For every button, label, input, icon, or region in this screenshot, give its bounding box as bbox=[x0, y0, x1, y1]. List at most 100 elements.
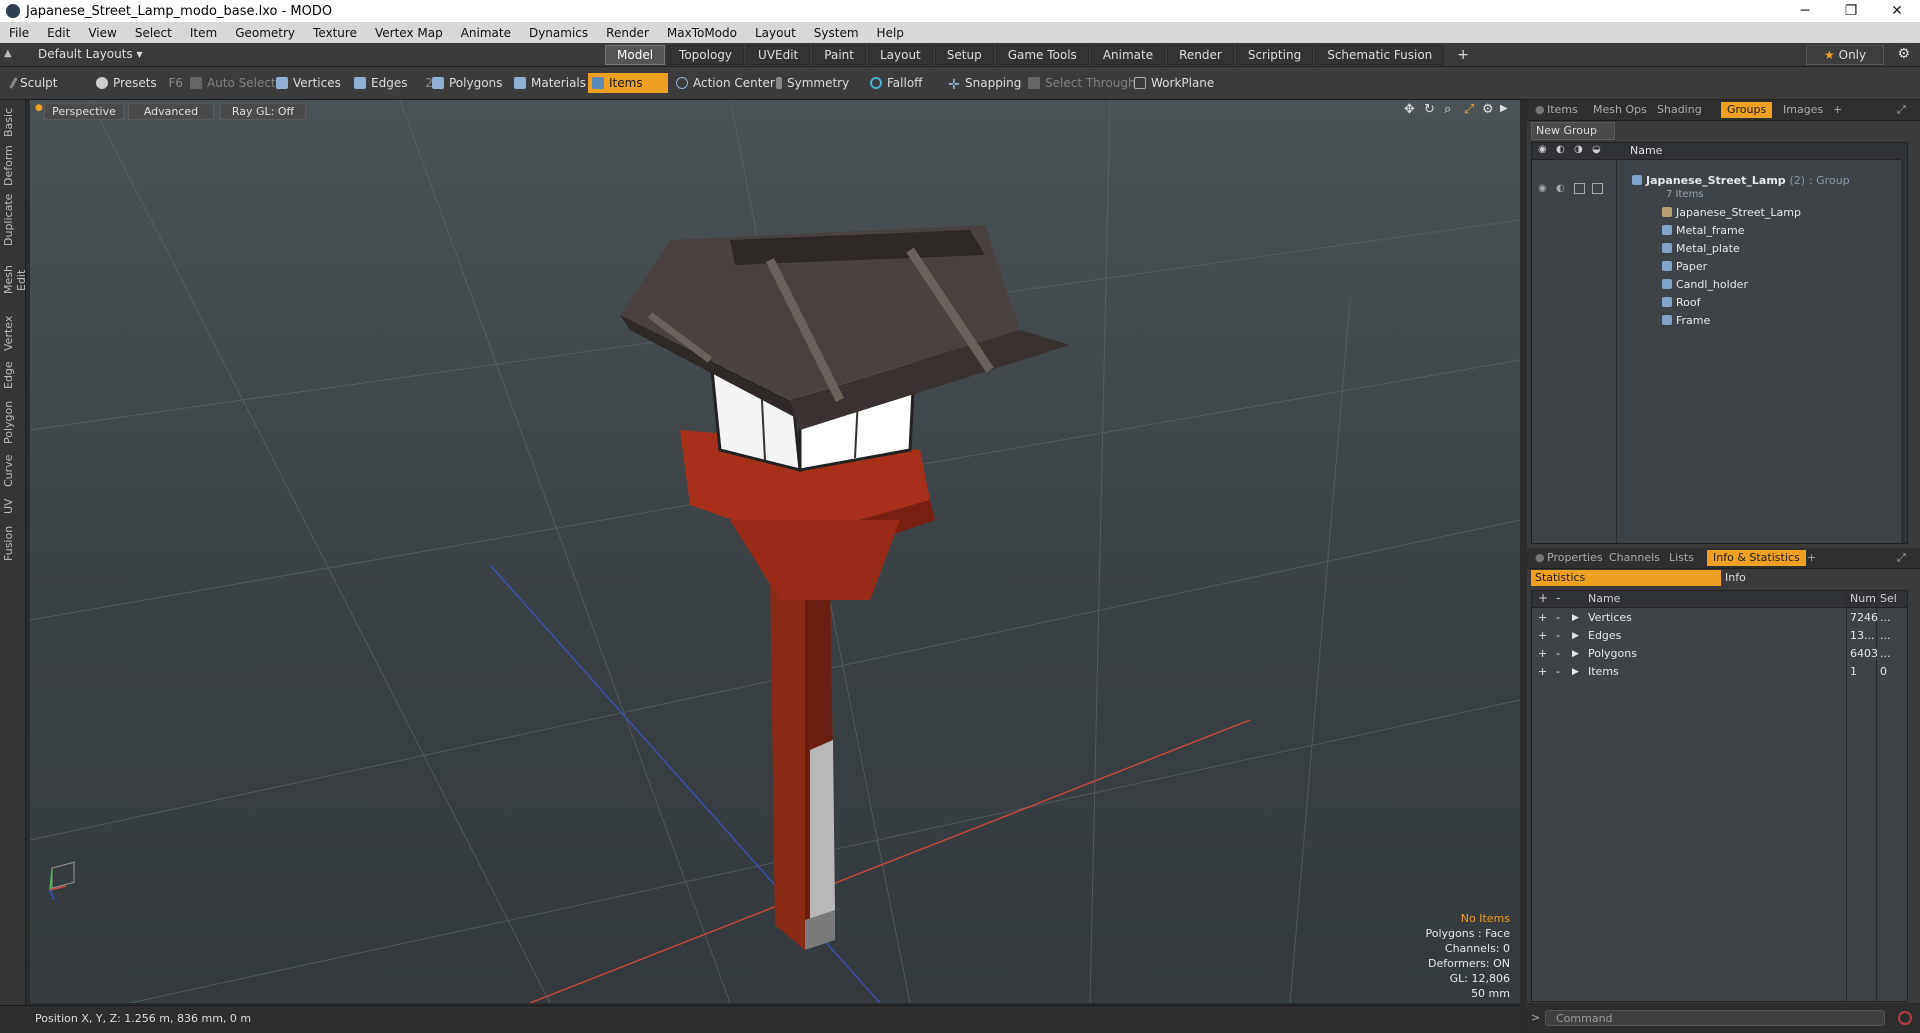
add-panel-tab-button[interactable]: + bbox=[1801, 550, 1822, 566]
tab-game-tools[interactable]: Game Tools bbox=[995, 45, 1089, 65]
menu-render[interactable]: Render bbox=[597, 26, 658, 40]
menu-select[interactable]: Select bbox=[126, 26, 181, 40]
expand-icon[interactable]: ▶ bbox=[1572, 609, 1579, 627]
minimize-button[interactable]: ─ bbox=[1782, 0, 1828, 22]
tab-animate[interactable]: Animate bbox=[1090, 45, 1166, 65]
only-button[interactable]: ★ Only bbox=[1806, 45, 1884, 65]
list-item[interactable]: Paper bbox=[1662, 259, 1707, 275]
menu-texture[interactable]: Texture bbox=[304, 26, 366, 40]
vtab-basic[interactable]: Basic bbox=[2, 106, 22, 138]
group-select-checkbox[interactable] bbox=[1592, 183, 1603, 194]
select-through-button[interactable]: Select Through bbox=[1024, 73, 1140, 93]
tab-topology[interactable]: Topology bbox=[667, 45, 745, 65]
tab-info-statistics[interactable]: Info & Statistics bbox=[1707, 550, 1806, 566]
viewport-menu-icon[interactable]: ● bbox=[35, 103, 43, 113]
gear-icon[interactable]: ⚙ bbox=[1897, 46, 1910, 62]
fit-view-icon[interactable]: ⤢ bbox=[1464, 102, 1474, 117]
tab-paint[interactable]: Paint bbox=[812, 45, 866, 65]
tab-setup[interactable]: Setup bbox=[934, 45, 994, 65]
vtab-deform[interactable]: Deform bbox=[2, 145, 22, 186]
panel-expand-icon[interactable]: ⤢ bbox=[1891, 102, 1912, 118]
tab-scripting[interactable]: Scripting bbox=[1235, 45, 1314, 65]
menu-system[interactable]: System bbox=[805, 26, 868, 40]
vtab-duplicate[interactable]: Duplicate bbox=[2, 194, 22, 246]
group-lock-checkbox[interactable] bbox=[1574, 183, 1585, 194]
raygl-toggle[interactable]: Ray GL: Off bbox=[220, 103, 306, 120]
menu-geometry[interactable]: Geometry bbox=[226, 26, 304, 40]
expand-icon[interactable]: ▶ bbox=[1572, 663, 1579, 681]
record-macro-icon[interactable] bbox=[1898, 1011, 1912, 1025]
tab-items[interactable]: Items bbox=[1541, 102, 1584, 118]
viewport-expand-icon[interactable]: ▶ bbox=[1500, 103, 1508, 114]
vtab-mesh-edit[interactable]: Mesh Edit bbox=[2, 254, 28, 306]
vtab-edge[interactable]: Edge bbox=[2, 360, 22, 390]
edges-button[interactable]: Edges 2 bbox=[350, 73, 437, 93]
list-item[interactable]: Roof bbox=[1662, 295, 1700, 311]
tab-uvedit[interactable]: UVEdit bbox=[746, 45, 811, 65]
tab-render[interactable]: Render bbox=[1167, 45, 1234, 65]
tab-mesh-ops[interactable]: Mesh Ops bbox=[1587, 102, 1653, 118]
expand-all-icon[interactable]: + bbox=[1538, 591, 1548, 605]
shading-dropdown[interactable]: Advanced bbox=[128, 103, 214, 120]
group-row[interactable]: Japanese_Street_Lamp (2) : Group bbox=[1632, 173, 1850, 189]
vtab-curve[interactable]: Curve bbox=[2, 454, 22, 488]
layout-selector[interactable]: Default Layouts ▾ bbox=[38, 47, 143, 61]
tab-model[interactable]: Model bbox=[605, 45, 666, 65]
materials-button[interactable]: Materials bbox=[510, 73, 590, 93]
rotate-view-icon[interactable]: ↻ bbox=[1424, 102, 1435, 117]
tab-images[interactable]: Images bbox=[1777, 102, 1829, 118]
tab-shading[interactable]: Shading bbox=[1651, 102, 1708, 118]
panel-expand-icon[interactable]: ⤢ bbox=[1891, 550, 1912, 566]
vtab-fusion[interactable]: Fusion bbox=[2, 524, 22, 562]
vtab-polygon[interactable]: Polygon bbox=[2, 398, 22, 446]
table-row[interactable]: + - ▶ Items 1 0 bbox=[1536, 663, 1916, 681]
menu-dynamics[interactable]: Dynamics bbox=[520, 26, 597, 40]
menu-animate[interactable]: Animate bbox=[452, 26, 520, 40]
list-item[interactable]: Japanese_Street_Lamp bbox=[1662, 205, 1801, 221]
move-view-icon[interactable]: ✥ bbox=[1404, 102, 1415, 117]
menu-item[interactable]: Item bbox=[181, 26, 226, 40]
tab-properties[interactable]: Properties bbox=[1541, 550, 1609, 566]
expand-icon[interactable]: ▶ bbox=[1572, 645, 1579, 663]
menu-maxtomodo[interactable]: MaxToModo bbox=[658, 26, 746, 40]
snapping-button[interactable]: ✛ Snapping bbox=[944, 73, 1025, 93]
layout-menu-icon[interactable]: ▲ bbox=[4, 48, 12, 59]
collapse-all-icon[interactable]: - bbox=[1556, 591, 1560, 605]
list-item[interactable]: Candl_holder bbox=[1662, 277, 1748, 293]
menu-help[interactable]: Help bbox=[868, 26, 913, 40]
table-row[interactable]: + - ▶ Edges 13... ... bbox=[1536, 627, 1916, 645]
add-tab-button[interactable]: + bbox=[1446, 45, 1480, 65]
viewport-settings-icon[interactable]: ⚙ bbox=[1482, 102, 1494, 117]
tab-layout[interactable]: Layout bbox=[867, 45, 933, 65]
menu-layout[interactable]: Layout bbox=[746, 26, 805, 40]
vtab-vertex[interactable]: Vertex bbox=[2, 314, 22, 352]
menu-file[interactable]: File bbox=[0, 26, 38, 40]
presets-button[interactable]: Presets F6 bbox=[92, 73, 187, 93]
groups-scrollbar[interactable] bbox=[1901, 159, 1907, 543]
symmetry-button[interactable]: Symmetry bbox=[772, 73, 853, 93]
table-row[interactable]: + - ▶ Vertices 7246 ... bbox=[1536, 609, 1916, 627]
action-center-button[interactable]: Action Center bbox=[672, 73, 779, 93]
subtab-statistics[interactable]: Statistics bbox=[1531, 570, 1721, 586]
tab-lists[interactable]: Lists bbox=[1663, 550, 1700, 566]
vtab-uv[interactable]: UV bbox=[2, 496, 22, 516]
table-row[interactable]: + - ▶ Polygons 6403 ... bbox=[1536, 645, 1916, 663]
list-item[interactable]: Metal_plate bbox=[1662, 241, 1740, 257]
sculpt-button[interactable]: Sculpt bbox=[8, 73, 61, 93]
zoom-view-icon[interactable]: ⌕ bbox=[1444, 102, 1451, 117]
list-item[interactable]: Frame bbox=[1662, 313, 1710, 329]
tab-groups[interactable]: Groups bbox=[1721, 102, 1773, 118]
menu-vertex-map[interactable]: Vertex Map bbox=[366, 26, 452, 40]
workplane-button[interactable]: WorkPlane bbox=[1130, 73, 1218, 93]
close-button[interactable]: ✕ bbox=[1874, 0, 1920, 22]
view-type-dropdown[interactable]: Perspective bbox=[44, 103, 124, 120]
group-visibility-toggle[interactable]: ◉ bbox=[1538, 183, 1547, 194]
list-item[interactable]: Metal_frame bbox=[1662, 223, 1745, 239]
menu-edit[interactable]: Edit bbox=[38, 26, 79, 40]
new-group-button[interactable]: New Group bbox=[1531, 122, 1615, 140]
polygons-button[interactable]: Polygons bbox=[428, 73, 506, 93]
auto-select-button[interactable]: Auto Select bbox=[186, 73, 280, 93]
maximize-button[interactable]: ❐ bbox=[1828, 0, 1874, 22]
add-panel-tab-button[interactable]: + bbox=[1827, 102, 1848, 118]
command-input[interactable]: Command bbox=[1545, 1010, 1885, 1026]
